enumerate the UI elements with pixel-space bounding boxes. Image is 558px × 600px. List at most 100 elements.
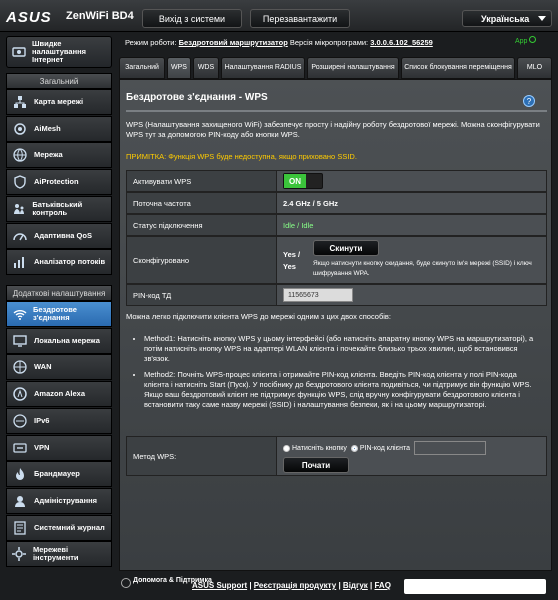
network-icon bbox=[11, 147, 29, 163]
connection-status-value: Idle / Idle bbox=[277, 215, 546, 235]
method2-text: Method2: Почніть WPS-процес клієнта і от… bbox=[144, 370, 538, 410]
method-list: Method1: Натисніть кнопку WPS у цьому ін… bbox=[134, 334, 538, 364]
sidebar-item-label: Карта мережі bbox=[34, 97, 84, 106]
row-enable-wps: Активувати WPS ON bbox=[126, 170, 547, 192]
tools-icon bbox=[11, 546, 28, 562]
row-frequency: Поточна частота 2.4 GHz / 5 GHz bbox=[126, 192, 547, 214]
sidebar-item-syslog[interactable]: Системний журнал bbox=[6, 514, 112, 541]
vpn-icon bbox=[11, 440, 29, 456]
advanced-section-header: Додаткові налаштування bbox=[6, 285, 112, 301]
status-line: Режим роботи: Бездротовий маршрутизатор … bbox=[125, 38, 433, 47]
sidebar-item-wan[interactable]: WAN bbox=[6, 354, 112, 381]
sidebar-item-wireless[interactable]: Бездротове з'єднання bbox=[6, 301, 112, 327]
wan-icon bbox=[11, 359, 29, 375]
faq-link[interactable]: FAQ bbox=[374, 581, 390, 590]
syslog-icon bbox=[11, 520, 29, 536]
sidebar-item-label: Мережеві інструменти bbox=[32, 545, 79, 563]
sidebar-item-ipv6[interactable]: IPv6 bbox=[6, 407, 112, 434]
product-registration-link[interactable]: Реєстрація продукту bbox=[254, 581, 336, 590]
reboot-button[interactable]: Перезавантажити bbox=[250, 9, 350, 28]
ap-pin-field: 11565673 bbox=[283, 288, 353, 302]
sidebar-item-label: Батьківський контроль bbox=[32, 199, 83, 217]
chevron-down-icon bbox=[538, 16, 546, 21]
sidebar-item-label: Бездротове з'єднання bbox=[33, 305, 77, 322]
wps-method-label: Метод WPS: bbox=[127, 437, 277, 475]
mode-link[interactable]: Бездротовий маршрутизатор bbox=[179, 38, 288, 47]
sidebar-item-firewall[interactable]: Брандмауер bbox=[6, 461, 112, 488]
sidebar-item-qos[interactable]: Адаптивна QoS bbox=[6, 222, 112, 249]
tab-advanced[interactable]: Розширені налаштування bbox=[307, 57, 399, 79]
configured-value: Yes / Yes bbox=[283, 250, 301, 271]
sidebar-item-label: AiProtection bbox=[34, 177, 79, 187]
qos-icon bbox=[11, 228, 29, 244]
tab-general[interactable]: Загальний bbox=[119, 57, 165, 79]
sidebar-item-admin[interactable]: Адміністрування bbox=[6, 487, 112, 514]
tab-mlo[interactable]: MLO bbox=[517, 57, 552, 79]
asus-support-link[interactable]: ASUS Support bbox=[192, 581, 247, 590]
help-icon[interactable]: ? bbox=[523, 95, 535, 107]
wps-panel: Бездротове з'єднання - WPS ? WPS (Налашт… bbox=[119, 79, 552, 571]
aiprotection-icon bbox=[11, 174, 29, 190]
tab-wds[interactable]: WDS bbox=[193, 57, 219, 79]
sidebar-item-label: AiMesh bbox=[34, 123, 61, 133]
row-wps-method: Метод WPS: Натисніть кнопку PIN-код кліє… bbox=[126, 436, 547, 476]
tab-roaming-block[interactable]: Список блокування переміщення bbox=[401, 57, 515, 79]
radio-client-pin[interactable] bbox=[350, 444, 358, 452]
sidebar-item-lan[interactable]: Локальна мережа bbox=[6, 327, 112, 354]
sidebar-item-aimesh[interactable]: AiMesh bbox=[6, 115, 112, 142]
general-section-header: Загальний bbox=[6, 73, 112, 89]
link-icon bbox=[529, 36, 537, 43]
sidebar-item-alexa[interactable]: Amazon Alexa bbox=[6, 381, 112, 408]
language-select[interactable]: Українська bbox=[462, 10, 552, 27]
client-pin-label: PIN-код клієнта bbox=[359, 444, 411, 452]
frequency-label: Поточна частота bbox=[127, 193, 277, 213]
wps-note: ПРИМІТКА: Функція WPS буде недоступна, я… bbox=[126, 152, 357, 161]
admin-icon bbox=[11, 493, 29, 509]
reset-button[interactable]: Скинути bbox=[313, 240, 379, 256]
sidebar-item-label: IPv6 bbox=[34, 415, 50, 425]
sidebar-item-network-map[interactable]: Карта мережі bbox=[6, 89, 112, 115]
sidebar-item-network[interactable]: Мережа bbox=[6, 142, 112, 169]
sidebar-item-traffic-analyzer[interactable]: Аналізатор потоків bbox=[6, 249, 112, 276]
divider bbox=[126, 110, 547, 112]
sidebar-item-label: Системний журнал bbox=[34, 522, 105, 532]
sidebar-item-parental-control[interactable]: Батьківський контроль bbox=[6, 195, 112, 222]
tab-wps[interactable]: WPS bbox=[167, 57, 191, 79]
sidebar-item-label: Мережа bbox=[34, 150, 63, 160]
lan-icon bbox=[11, 333, 29, 349]
sidebar-item-vpn[interactable]: VPN bbox=[6, 434, 112, 461]
qis-label: Швидке налаштування Інтернет bbox=[32, 39, 87, 64]
method-list-2: Method2: Почніть WPS-процес клієнта і от… bbox=[134, 370, 538, 410]
firmware-label: Версія мікропрограми: bbox=[289, 38, 369, 47]
qis-icon bbox=[11, 44, 27, 60]
radio-push-button[interactable] bbox=[283, 444, 290, 452]
sidebar-item-label: Аналізатор потоків bbox=[34, 257, 106, 267]
sidebar-item-tools[interactable]: Мережеві інструменти bbox=[6, 541, 112, 568]
feedback-link[interactable]: Відгук bbox=[343, 581, 368, 590]
mode-label: Режим роботи: bbox=[125, 38, 177, 47]
app-label: App bbox=[515, 38, 528, 45]
wps-description: WPS (Налаштування захищеного WiFi) забез… bbox=[126, 120, 540, 139]
language-value: Українська bbox=[481, 13, 530, 24]
app-indicator[interactable]: App bbox=[515, 36, 537, 45]
asus-logo[interactable]: ASUS bbox=[6, 9, 52, 26]
sidebar-item-label: Amazon Alexa bbox=[34, 389, 85, 399]
method1-text: Method1: Натисніть кнопку WPS у цьому ін… bbox=[144, 334, 538, 364]
faq-search-input[interactable] bbox=[404, 579, 546, 594]
row-ap-pin: PIN-код ТД 11565673 bbox=[126, 284, 547, 306]
tab-bar: Загальний WPS WDS Налаштування RADIUS Ро… bbox=[119, 57, 552, 79]
enable-wps-label: Активувати WPS bbox=[127, 171, 277, 191]
sidebar-item-label: Локальна мережа bbox=[34, 335, 100, 345]
aimesh-icon bbox=[11, 121, 29, 137]
firmware-link[interactable]: 3.0.0.6.102_56259 bbox=[370, 38, 433, 47]
tab-radius[interactable]: Налаштування RADIUS bbox=[221, 57, 305, 79]
sidebar-item-aiprotection[interactable]: AiProtection bbox=[6, 169, 112, 196]
row-configured: Сконфігуровано Yes / Yes Скинути Якщо на… bbox=[126, 236, 547, 284]
wps-toggle[interactable]: ON bbox=[283, 173, 323, 189]
logout-button[interactable]: Вихід з системи bbox=[142, 9, 242, 28]
alexa-icon bbox=[11, 386, 29, 402]
client-pin-input[interactable] bbox=[414, 441, 487, 455]
quick-internet-setup[interactable]: Швидке налаштування Інтернет bbox=[6, 36, 112, 68]
start-button[interactable]: Почати bbox=[283, 457, 349, 473]
parental-control-icon bbox=[11, 201, 27, 217]
